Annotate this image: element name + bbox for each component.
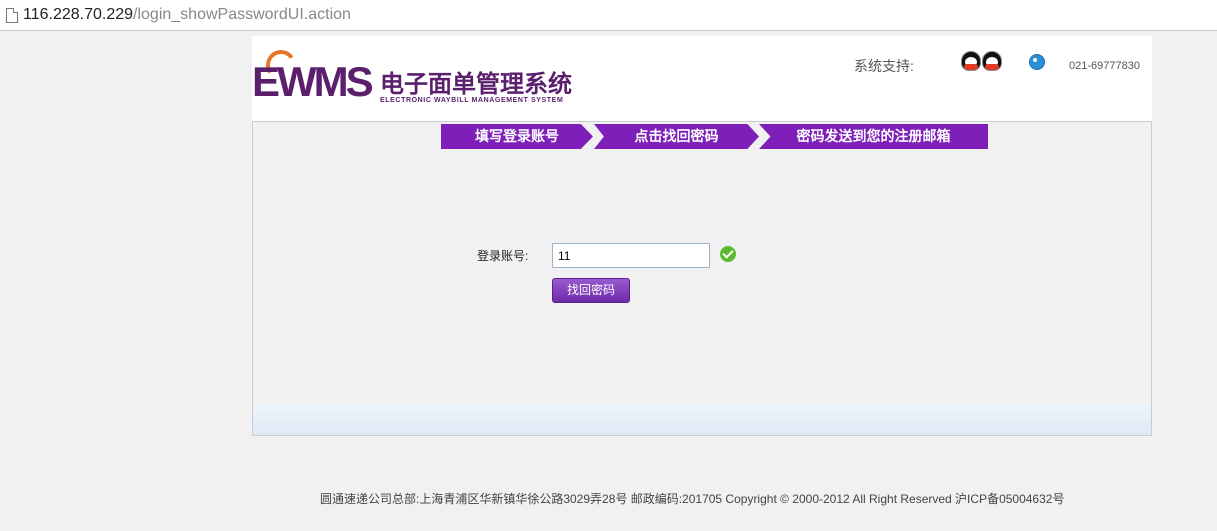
url-host: 116.228.70.229 [23,6,134,23]
logo-title: 电子面单管理系统 [380,71,572,98]
footer-text: 圆通速递公司总部:上海青浦区华新镇华徐公路3029弄28号 邮政编码:20170… [320,492,1065,506]
page-icon [6,8,18,23]
panel-bottom-strip [253,405,1151,435]
recover-password-button[interactable]: 找回密码 [552,278,630,303]
qq-icon[interactable] [961,51,981,71]
account-label: 登录账号: [477,249,529,263]
qq-icon[interactable] [982,51,1002,71]
step-indicator: 填写登录账号 点击找回密码 密码发送到您的注册邮箱 [441,124,991,149]
url-path: /login_showPasswordUI.action [133,6,351,23]
logo-mark: EWMS [252,58,374,105]
account-input[interactable] [552,243,710,268]
logo-subtitle: ELECTRONIC WAYBILL MANAGEMENT SYSTEM [380,97,564,104]
step-3: 密码发送到您的注册邮箱 [759,124,988,149]
site-header: EWMS 电子面单管理系统 ELECTRONIC WAYBILL MANAGEM… [252,36,1152,121]
recover-password-panel: 填写登录账号 点击找回密码 密码发送到您的注册邮箱 登录账号: 找回密码 [252,121,1152,436]
support-phone: 021-69777830 [1069,60,1140,72]
address-bar[interactable]: 116.228.70.229/login_showPasswordUI.acti… [0,0,1217,31]
support-label: 系统支持: [854,58,914,74]
bird-icon[interactable] [1029,54,1045,70]
step-1: 填写登录账号 [441,124,593,149]
step-2: 点击找回密码 [594,124,759,149]
url-text[interactable]: 116.228.70.229/login_showPasswordUI.acti… [23,6,351,24]
logo[interactable]: EWMS 电子面单管理系统 ELECTRONIC WAYBILL MANAGEM… [252,44,582,105]
check-icon [720,246,736,262]
